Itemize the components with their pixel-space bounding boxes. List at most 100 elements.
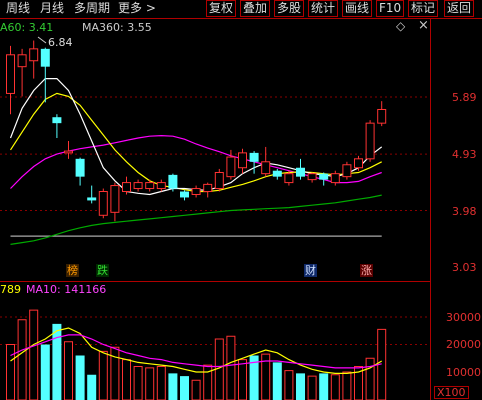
candle-body-up [6,54,15,94]
volume-ma10-legend: MA10: 141166 [26,283,107,296]
back-button[interactable]: 返回 [444,0,475,17]
volume-bar-down [168,373,178,400]
volume-bar-down [87,374,97,400]
toolbar-divider [0,18,482,19]
toolbar: 周线 月线 多周期 更多 > 复权 叠加 多股 统计 画线 F10 标记 返回 [0,0,482,18]
candle-body-up [17,54,27,68]
volume-bar-up [284,370,294,400]
volume-tick-1: 30000 [446,311,481,324]
event-tag-finance[interactable]: 财 [304,264,317,277]
volume-bar-up [342,371,352,400]
candle-body-up [330,173,340,184]
volume-bar-up [29,309,39,400]
candle-body-down [52,117,62,124]
volume-bar-down [40,344,50,400]
statistics-button[interactable]: 统计 [308,0,339,17]
candle-body-up [354,158,363,169]
candle-body-up [98,191,108,216]
panel-divider [0,281,430,282]
price-tick-2: 4.93 [452,148,477,161]
candle-body-down [168,174,178,189]
candle-body-up [133,182,143,190]
volume-bar-up [203,364,213,400]
ma20-line [10,134,382,189]
diamond-icon[interactable]: ◇ [396,19,405,33]
candle-body-up [307,173,317,181]
candle-body-up [226,156,236,178]
volume-bar-up [6,344,15,400]
price-tick-1: 5.89 [452,91,477,104]
candle-body-up [365,122,375,160]
candle-body-up [29,48,39,62]
volume-legend: 789 [0,283,21,296]
candle-body-up [110,185,120,213]
candle-body-down [40,48,50,67]
mark-button[interactable]: 标记 [408,0,439,17]
volume-bar-down [52,323,62,400]
candle-body-up [238,152,247,169]
close-icon[interactable]: × [418,18,429,33]
volume-bar-down [75,355,85,400]
candle-body-up [261,161,271,175]
volume-bar-up [122,359,131,400]
restore-rights-button[interactable]: 复权 [206,0,237,17]
volume-bar-down [272,362,282,400]
candle-body-down [75,158,85,177]
volume-bar-up [98,350,108,400]
candle-body-up [342,164,352,178]
price-tick-4: 3.03 [452,261,477,274]
candle-body-up [64,150,73,154]
price-tick-3: 3.98 [452,205,477,218]
volume-bar-up [191,379,201,400]
volume-bar-up [133,366,143,400]
volume-bar-down [296,373,305,400]
ma360-legend: MA360: 3.55 [82,21,152,34]
volume-bar-down [319,373,329,400]
candle-body-down [272,170,282,177]
volume-bar-up [110,346,120,400]
event-tag-rank[interactable]: 榜 [66,264,79,277]
peak-marker-arrow [37,36,47,44]
tab-monthly[interactable]: 月线 [40,0,64,17]
volume-unit-label: X100 [434,386,469,399]
candle-body-up [191,188,201,195]
candle-body-down [319,173,329,180]
ma60-legend: A60: 3.41 [0,21,54,34]
candle-body-down [296,167,305,177]
candle-body-down [180,191,189,198]
candle-body-up [377,108,387,124]
candle-body-up [214,171,224,190]
candle-body-up [284,173,294,184]
volume-bar-up [145,367,155,400]
volume-bar-up [365,357,375,400]
candle-body-up [203,183,213,193]
multi-stock-button[interactable]: 多股 [274,0,305,17]
volume-bar-up [156,366,166,400]
candle-body-down [87,197,97,201]
volume-bar-down [180,376,189,400]
candle-body-up [145,182,155,190]
f10-button[interactable]: F10 [376,0,405,17]
volume-bar-up [64,341,73,400]
volume-tick-2: 20000 [446,338,481,351]
volume-bar-up [226,335,236,400]
draw-line-button[interactable]: 画线 [342,0,373,17]
volume-bar-up [238,359,247,400]
axis-divider [430,19,431,400]
candle-body-up [156,182,166,190]
ma60-line [10,194,382,245]
tab-multi-period[interactable]: 多周期 [74,0,110,17]
tab-weekly[interactable]: 周线 [6,0,30,17]
candle-body-down [249,152,259,162]
peak-price-label: 6.84 [48,36,73,49]
volume-bar-up [307,375,317,400]
volume-tick-3: 10000 [446,366,481,379]
event-tag-fall[interactable]: 跌 [96,264,109,277]
kline-chart[interactable] [0,0,482,400]
tab-more[interactable]: 更多 > [118,0,156,17]
event-tag-rise[interactable]: 涨 [360,264,373,277]
volume-bar-up [17,319,27,400]
overlay-button[interactable]: 叠加 [240,0,271,17]
volume-bar-up [330,374,340,400]
candle-body-up [122,182,131,193]
